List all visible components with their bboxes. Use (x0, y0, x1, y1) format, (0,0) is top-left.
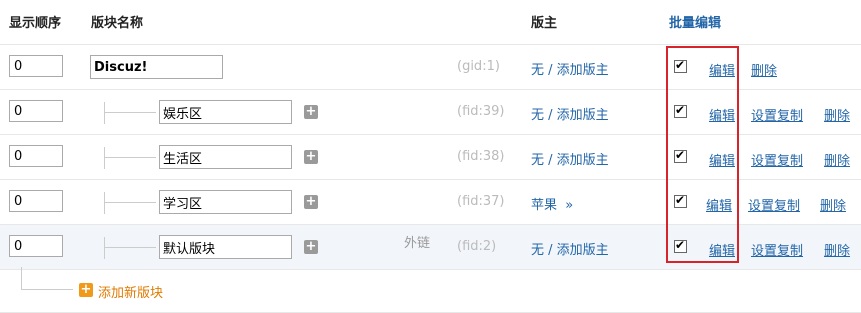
moderator-cell: 无 / 添加版主 (531, 153, 609, 168)
tree-line (104, 102, 105, 124)
forum-id: (fid:37) (457, 194, 505, 209)
moderator-cell: 苹果 » (531, 194, 573, 213)
forum-name-input[interactable] (159, 235, 292, 259)
copy-settings-link[interactable]: 设置复制 (751, 105, 803, 124)
moderator-name: 无 (531, 63, 545, 78)
batch-edit-header[interactable]: 批量编辑 (669, 12, 721, 31)
delete-link[interactable]: 删除 (751, 60, 777, 79)
col-name-header: 版块名称 (91, 16, 144, 31)
forum-name-input[interactable] (159, 190, 292, 214)
forum-id: (fid:39) (457, 104, 505, 119)
add-moderator-link[interactable]: 添加版主 (557, 63, 609, 78)
delete-link[interactable]: 删除 (824, 105, 850, 124)
copy-settings-link[interactable]: 设置复制 (751, 240, 803, 259)
col-order-header: 显示顺序 (9, 16, 62, 31)
tree-line (104, 202, 156, 203)
moderator-name-link[interactable]: 苹果 (531, 198, 557, 213)
add-moderator-link[interactable]: 添加版主 (557, 108, 609, 123)
more-moderators-icon[interactable]: » (565, 198, 573, 213)
tree-line (104, 147, 105, 169)
tree-line (104, 247, 156, 248)
moderator-cell: 无 / 添加版主 (531, 63, 609, 78)
table-header: 显示顺序 版块名称 版主 批量编辑 (0, 0, 861, 45)
add-moderator-link[interactable]: 添加版主 (557, 243, 609, 258)
copy-settings-link[interactable]: 设置复制 (751, 150, 803, 169)
delete-link[interactable]: 删除 (824, 150, 850, 169)
delete-link[interactable]: 删除 (824, 240, 850, 259)
external-link-label: 外链 (404, 236, 431, 251)
tree-line (21, 267, 22, 289)
moderator-cell: 无 / 添加版主 (531, 108, 609, 123)
moderator-cell: 无 / 添加版主 (531, 243, 609, 258)
forum-id: (fid:2) (457, 239, 497, 254)
delete-link[interactable]: 删除 (820, 195, 846, 214)
batch-edit-highlight (666, 46, 739, 263)
add-subforum-icon[interactable]: + (304, 105, 318, 119)
add-moderator-link[interactable]: 添加版主 (557, 153, 609, 168)
tree-line (104, 192, 105, 214)
moderator-name: 无 (531, 108, 545, 123)
add-subforum-icon[interactable]: + (304, 150, 318, 164)
add-subforum-icon[interactable]: + (304, 195, 318, 209)
order-input[interactable] (9, 145, 63, 167)
forum-id: (fid:38) (457, 149, 505, 164)
forum-name-input[interactable] (90, 55, 223, 79)
copy-settings-link[interactable]: 设置复制 (748, 195, 800, 214)
col-moderator-header: 版主 (531, 16, 558, 31)
forum-id: (gid:1) (457, 59, 500, 74)
tree-line (104, 112, 156, 113)
order-input[interactable] (9, 235, 63, 257)
order-input[interactable] (9, 55, 63, 77)
order-input[interactable] (9, 190, 63, 212)
add-subforum-icon[interactable]: + (304, 240, 318, 254)
forum-name-input[interactable] (159, 100, 292, 124)
add-new-forum-link[interactable]: 添加新版块 (98, 282, 163, 301)
moderator-name: 无 (531, 153, 545, 168)
tree-line (104, 237, 105, 259)
forum-name-input[interactable] (159, 145, 292, 169)
order-input[interactable] (9, 100, 63, 122)
tree-line (104, 157, 156, 158)
moderator-name: 无 (531, 243, 545, 258)
add-forum-icon[interactable]: + (79, 283, 93, 297)
tree-line (21, 289, 73, 290)
